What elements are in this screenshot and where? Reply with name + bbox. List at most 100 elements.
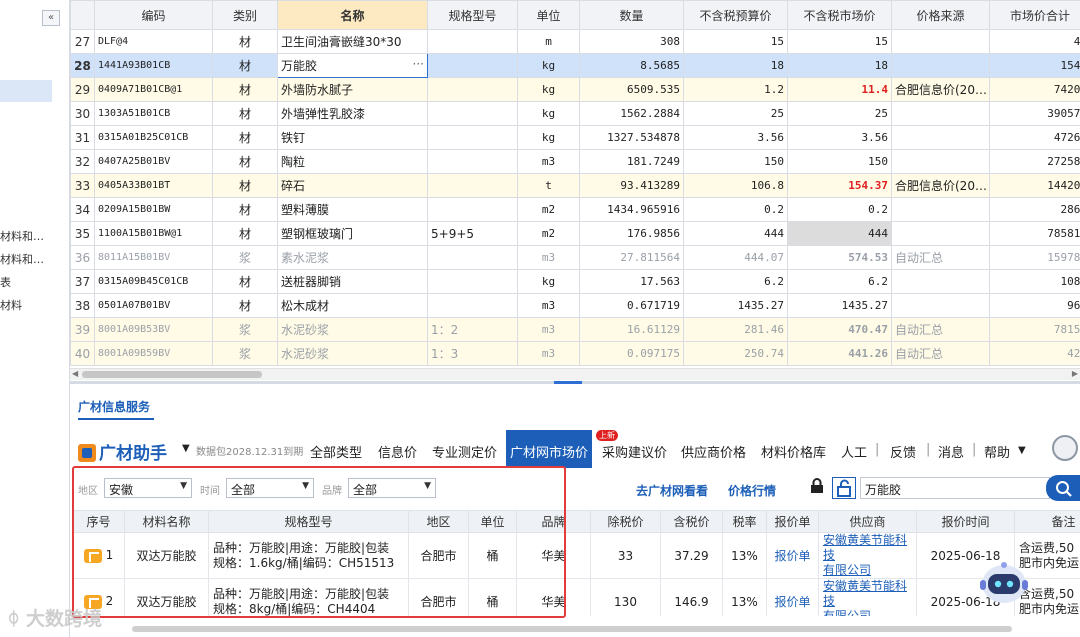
- grid-row[interactable]: 27 DLF@4 材 卫生间油膏嵌缝30*30 m 308 15 15 46: [70, 29, 1080, 54]
- row-number[interactable]: 29: [70, 77, 95, 102]
- cell-quantity[interactable]: 6509.535: [579, 77, 684, 102]
- result-supplier[interactable]: 安徽黄美节能科技 有限公司: [818, 532, 917, 579]
- cell-budget-price[interactable]: 0.2: [683, 197, 788, 222]
- row-number[interactable]: 40: [70, 341, 95, 366]
- cell-spec[interactable]: [427, 293, 518, 318]
- cell-name[interactable]: 陶粒: [277, 149, 428, 174]
- cell-unit[interactable]: m3: [517, 245, 580, 270]
- grid-header-price-source[interactable]: 价格来源: [891, 0, 990, 30]
- cell-market-total[interactable]: 964: [989, 293, 1080, 318]
- cell-price-source[interactable]: [891, 53, 990, 78]
- result-quote-link[interactable]: 报价单: [766, 532, 819, 579]
- cell-category[interactable]: 浆: [212, 245, 278, 270]
- nav-purchase-price[interactable]: 采购建议价: [602, 442, 667, 461]
- grid-row[interactable]: 37 0315A09B45C01CB 材 送桩器脚销 kg 17.563 6.2 6.2 108…: [70, 269, 1080, 294]
- cell-name[interactable]: 碎石: [277, 173, 428, 198]
- cell-quantity[interactable]: 1562.2884: [579, 101, 684, 126]
- help-dropdown-icon[interactable]: ▼: [1018, 445, 1026, 456]
- nav-price-library[interactable]: 材料价格库: [761, 442, 826, 461]
- result-supplier[interactable]: 安徽黄美节能科技 有限公司: [818, 578, 917, 616]
- cell-code[interactable]: 0315A01B25C01CB: [94, 125, 213, 150]
- cell-price-source[interactable]: [891, 221, 990, 246]
- scroll-right-arrow-icon[interactable]: ▶: [1072, 369, 1078, 378]
- cell-category[interactable]: 材: [212, 125, 278, 150]
- cell-category[interactable]: 材: [212, 173, 278, 198]
- cell-quantity[interactable]: 181.7249: [579, 149, 684, 174]
- cell-spec[interactable]: 1：2: [427, 317, 518, 342]
- cell-code[interactable]: 0407A25B01BV: [94, 149, 213, 174]
- cell-budget-price[interactable]: 15: [683, 29, 788, 54]
- cell-market-price[interactable]: 11.4: [787, 77, 892, 102]
- row-number[interactable]: 33: [70, 173, 95, 198]
- nav-supplier-price[interactable]: 供应商价格: [681, 442, 746, 461]
- cell-name[interactable]: 卫生间油膏嵌缝30*30: [277, 29, 428, 54]
- grid-row[interactable]: 39 8001A09B53BV 浆 水泥砂浆 1：2 m3 16.61129 281.46 47…: [70, 317, 1080, 342]
- cell-budget-price[interactable]: 150: [683, 149, 788, 174]
- cell-price-source[interactable]: [891, 29, 990, 54]
- row-number[interactable]: 28: [70, 53, 95, 78]
- cell-unit[interactable]: t: [517, 173, 580, 198]
- cell-price-source[interactable]: 合肥信息价(20…: [891, 173, 990, 198]
- grid-row[interactable]: 31 0315A01B25C01CB 材 铁钉 kg 1327.534878 3.56 3.5…: [70, 125, 1080, 150]
- cell-spec[interactable]: 1：3: [427, 341, 518, 366]
- cell-code[interactable]: 0315A09B45C01CB: [94, 269, 213, 294]
- cell-market-total[interactable]: 74208: [989, 77, 1080, 102]
- help-link[interactable]: 帮助: [984, 442, 1010, 461]
- cell-code[interactable]: 0405A33B01BT: [94, 173, 213, 198]
- cell-market-total[interactable]: 39057.: [989, 101, 1080, 126]
- cell-name[interactable]: 送桩器脚销: [277, 269, 428, 294]
- cell-name[interactable]: 松木成材: [277, 293, 428, 318]
- cell-market-price[interactable]: 18: [787, 53, 892, 78]
- row-number[interactable]: 38: [70, 293, 95, 318]
- cell-spec[interactable]: [427, 101, 518, 126]
- scrollbar-thumb[interactable]: [82, 371, 262, 378]
- cell-quantity[interactable]: 1434.965916: [579, 197, 684, 222]
- cell-budget-price[interactable]: 281.46: [683, 317, 788, 342]
- cell-category[interactable]: 材: [212, 197, 278, 222]
- cell-budget-price[interactable]: 1.2: [683, 77, 788, 102]
- cell-unit[interactable]: m3: [517, 149, 580, 174]
- row-number[interactable]: 37: [70, 269, 95, 294]
- cell-spec[interactable]: [427, 173, 518, 198]
- grid-header-category[interactable]: 类别: [212, 0, 278, 30]
- cell-market-price[interactable]: 470.47: [787, 317, 892, 342]
- cell-unit[interactable]: m2: [517, 197, 580, 222]
- cell-market-price[interactable]: 15: [787, 29, 892, 54]
- cell-name[interactable]: 外墙防水腻子: [277, 77, 428, 102]
- search-button[interactable]: [1046, 475, 1080, 501]
- cell-price-source[interactable]: 自动汇总: [891, 245, 990, 270]
- nav-professional-price[interactable]: 专业测定价: [432, 442, 497, 461]
- row-number[interactable]: 35: [70, 221, 95, 246]
- row-number[interactable]: 30: [70, 101, 95, 126]
- cell-quantity[interactable]: 17.563: [579, 269, 684, 294]
- cell-price-source[interactable]: [891, 197, 990, 222]
- cell-code[interactable]: 8011A15B01BV: [94, 245, 213, 270]
- quote-link[interactable]: 报价单: [774, 549, 810, 563]
- cell-market-price[interactable]: 574.53: [787, 245, 892, 270]
- scrollbar-thumb[interactable]: [132, 626, 1012, 632]
- cell-name[interactable]: 水泥砂浆: [277, 341, 428, 366]
- cell-quantity[interactable]: 1327.534878: [579, 125, 684, 150]
- cell-spec[interactable]: [427, 149, 518, 174]
- cell-code[interactable]: 8001A09B53BV: [94, 317, 213, 342]
- cell-category[interactable]: 材: [212, 293, 278, 318]
- grid-header-name[interactable]: 名称: [277, 0, 428, 30]
- sidebar-item[interactable]: 材料和…: [0, 251, 44, 267]
- cell-unit[interactable]: kg: [517, 53, 580, 78]
- cell-quantity[interactable]: 8.5685: [579, 53, 684, 78]
- cell-budget-price[interactable]: 25: [683, 101, 788, 126]
- cell-unit[interactable]: kg: [517, 269, 580, 294]
- time-select[interactable]: 全部 ▼: [226, 478, 314, 498]
- cell-budget-price[interactable]: 444.07: [683, 245, 788, 270]
- cell-spec[interactable]: [427, 197, 518, 222]
- cell-price-source[interactable]: [891, 125, 990, 150]
- grid-header-code[interactable]: 编码: [94, 0, 213, 30]
- cell-price-source[interactable]: [891, 101, 990, 126]
- cell-spec[interactable]: [427, 269, 518, 294]
- grid-row[interactable]: 36 8011A15B01BV 浆 素水泥浆 m3 27.811564 444.07 574.…: [70, 245, 1080, 270]
- cell-quantity[interactable]: 308: [579, 29, 684, 54]
- cell-spec[interactable]: 5+9+5: [427, 221, 518, 246]
- cell-name[interactable]: 万能胶 ···: [277, 53, 428, 78]
- cell-name[interactable]: 铁钉: [277, 125, 428, 150]
- logo-dropdown-icon[interactable]: ▼: [182, 443, 190, 454]
